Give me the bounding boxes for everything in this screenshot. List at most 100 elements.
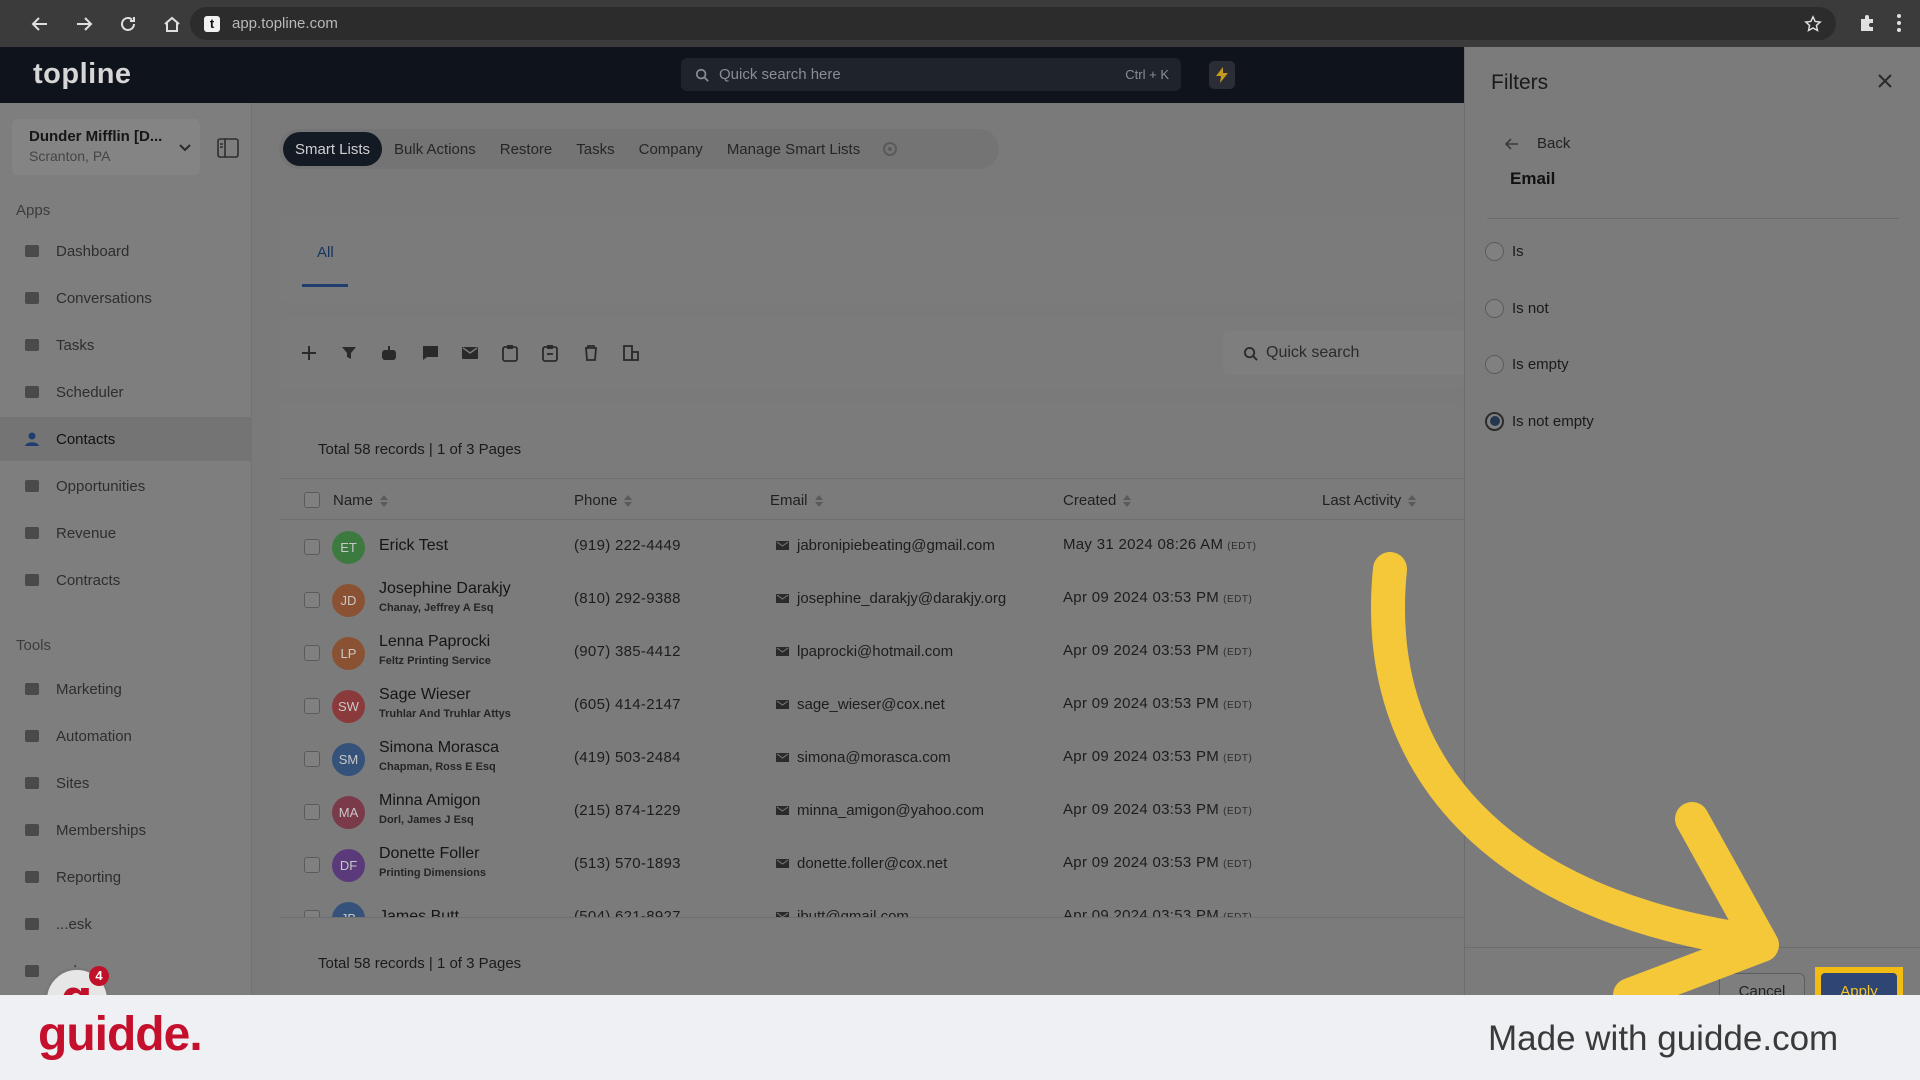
- row-checkbox[interactable]: [304, 698, 320, 714]
- column-header-email[interactable]: Email: [770, 492, 824, 509]
- contact-phone[interactable]: (419) 503-2484: [574, 749, 681, 766]
- account-switcher[interactable]: Dunder Mifflin [D... Scranton, PA: [12, 119, 200, 175]
- column-header-name[interactable]: Name: [333, 492, 389, 509]
- radio-button[interactable]: [1485, 355, 1504, 374]
- radio-button[interactable]: [1485, 242, 1504, 261]
- contact-phone[interactable]: (605) 414-2147: [574, 696, 681, 713]
- contact-phone[interactable]: (504) 621-8927: [574, 908, 681, 917]
- apply-button[interactable]: Apply: [1821, 973, 1897, 995]
- radio-button[interactable]: [1485, 298, 1504, 318]
- extensions-puzzle-icon[interactable]: [1857, 13, 1877, 33]
- row-checkbox[interactable]: [304, 592, 320, 608]
- sidebar-item-tasks[interactable]: Tasks: [0, 323, 252, 367]
- filter-funnel-icon[interactable]: [331, 335, 367, 371]
- radio-button[interactable]: [1485, 411, 1504, 431]
- sidebar-item-contracts[interactable]: Contracts: [0, 558, 252, 602]
- filter-option-is-not[interactable]: Is not: [1485, 298, 1549, 318]
- email-envelope-icon[interactable]: [452, 335, 488, 371]
- contact-phone[interactable]: (215) 874-1229: [574, 802, 681, 819]
- tab-tasks[interactable]: Tasks: [564, 132, 626, 166]
- table-row[interactable]: LP Lenna Paprocki Feltz Printing Service (9…: [279, 627, 1464, 680]
- column-header-created[interactable]: Created: [1063, 492, 1132, 509]
- sidebar-item-contacts[interactable]: Contacts: [0, 417, 252, 461]
- sms-message-icon[interactable]: [412, 335, 448, 371]
- back-button[interactable]: Back: [1505, 135, 1570, 152]
- contact-name[interactable]: Sage Wieser: [379, 686, 471, 704]
- row-checkbox[interactable]: [304, 645, 320, 661]
- settings-gear-icon[interactable]: [882, 141, 898, 157]
- column-header-phone[interactable]: Phone: [574, 492, 633, 509]
- contact-name[interactable]: Minna Amigon: [379, 792, 480, 810]
- contact-name[interactable]: Donette Foller: [379, 845, 480, 863]
- contact-email[interactable]: lpaprocki@hotmail.com: [797, 643, 953, 660]
- row-checkbox[interactable]: [304, 539, 320, 555]
- contact-name[interactable]: Erick Test: [379, 537, 448, 555]
- sidebar-item--d[interactable]: ...d: [0, 949, 252, 993]
- browser-menu-icon[interactable]: [1896, 13, 1902, 33]
- sidebar-item-dashboard[interactable]: Dashboard: [0, 229, 252, 273]
- sidebar-item-automation[interactable]: Automation: [0, 714, 252, 758]
- sidebar-collapse-icon[interactable]: [217, 138, 239, 158]
- contact-phone[interactable]: (513) 570-1893: [574, 855, 681, 872]
- merge-icon[interactable]: [613, 335, 649, 371]
- contact-name[interactable]: Josephine Darakjy: [379, 580, 511, 598]
- sidebar-item-scheduler[interactable]: Scheduler: [0, 370, 252, 414]
- contact-email[interactable]: donette.foller@cox.net: [797, 855, 947, 872]
- tab-smart-lists[interactable]: Smart Lists: [283, 132, 383, 166]
- sidebar-item-memberships[interactable]: Memberships: [0, 808, 252, 852]
- filter-option-is-not-empty[interactable]: Is not empty: [1485, 411, 1594, 431]
- lightning-bolt-icon[interactable]: [1209, 61, 1235, 89]
- sidebar-item-conversations[interactable]: Conversations: [0, 276, 252, 320]
- table-row[interactable]: MA Minna Amigon Dorl, James J Esq (215) 874…: [279, 786, 1464, 839]
- contact-name[interactable]: Lenna Paprocki: [379, 633, 490, 651]
- filter-option-is-empty[interactable]: Is empty: [1485, 355, 1569, 374]
- forward-arrow-icon[interactable]: [64, 4, 104, 44]
- column-header-last-activity[interactable]: Last Activity: [1322, 492, 1417, 509]
- cancel-button[interactable]: Cancel: [1719, 973, 1805, 995]
- table-row[interactable]: SM Simona Morasca Chapman, Ross E Esq (419)…: [279, 733, 1464, 786]
- contact-email[interactable]: sage_wieser@cox.net: [797, 696, 945, 713]
- contact-email[interactable]: jabronipiebeating@gmail.com: [797, 537, 995, 554]
- contact-email[interactable]: minna_amigon@yahoo.com: [797, 802, 984, 819]
- delete-trash-icon[interactable]: [573, 335, 609, 371]
- filter-option-is[interactable]: Is: [1485, 242, 1524, 261]
- add-contact-plus-icon[interactable]: [291, 335, 327, 371]
- contact-phone[interactable]: (810) 292-9388: [574, 590, 681, 607]
- table-row[interactable]: DF Donette Foller Printing Dimensions (513)…: [279, 839, 1464, 892]
- address-bar[interactable]: t app.topline.com: [190, 7, 1836, 40]
- reload-icon[interactable]: [108, 4, 148, 44]
- clipboard-add-icon[interactable]: [492, 335, 528, 371]
- contact-name[interactable]: James Butt: [379, 908, 459, 917]
- clipboard-remove-icon[interactable]: [532, 335, 568, 371]
- robot-icon[interactable]: [371, 335, 407, 371]
- sidebar-item-reporting[interactable]: Reporting: [0, 855, 252, 899]
- table-row[interactable]: SW Sage Wieser Truhlar And Truhlar Attys (6…: [279, 680, 1464, 733]
- sidebar-item-sites[interactable]: Sites: [0, 761, 252, 805]
- topline-logo[interactable]: topline: [33, 58, 132, 91]
- bookmark-star-icon[interactable]: [1804, 15, 1822, 33]
- row-checkbox[interactable]: [304, 910, 320, 917]
- tab-restore[interactable]: Restore: [488, 132, 565, 166]
- contact-email[interactable]: jbutt@gmail.com: [797, 908, 909, 917]
- sidebar-item--esk[interactable]: ...esk: [0, 902, 252, 946]
- sidebar-item-revenue[interactable]: Revenue: [0, 511, 252, 555]
- row-checkbox[interactable]: [304, 751, 320, 767]
- contact-name[interactable]: Simona Morasca: [379, 739, 499, 757]
- contact-phone[interactable]: (907) 385-4412: [574, 643, 681, 660]
- home-icon[interactable]: [152, 4, 192, 44]
- global-search-input[interactable]: Quick search here Ctrl + K: [681, 58, 1181, 91]
- row-checkbox[interactable]: [304, 857, 320, 873]
- contact-phone[interactable]: (919) 222-4449: [574, 537, 681, 554]
- contact-email[interactable]: josephine_darakjy@darakjy.org: [797, 590, 1006, 607]
- table-row[interactable]: ET Erick Test (919) 222-4449 jabronipiebeat…: [279, 521, 1464, 574]
- row-checkbox[interactable]: [304, 804, 320, 820]
- sidebar-item-opportunities[interactable]: Opportunities: [0, 464, 252, 508]
- tab-manage-smart-lists[interactable]: Manage Smart Lists: [715, 132, 872, 166]
- table-row[interactable]: JB James Butt (504) 621-8927 jbutt@gmail.co…: [279, 892, 1464, 917]
- tab-bulk-actions[interactable]: Bulk Actions: [382, 132, 488, 166]
- contact-email[interactable]: simona@morasca.com: [797, 749, 951, 766]
- close-icon[interactable]: [1877, 73, 1893, 89]
- tab-company[interactable]: Company: [627, 132, 715, 166]
- select-all-checkbox[interactable]: [304, 492, 320, 508]
- tab-all[interactable]: All: [317, 244, 334, 261]
